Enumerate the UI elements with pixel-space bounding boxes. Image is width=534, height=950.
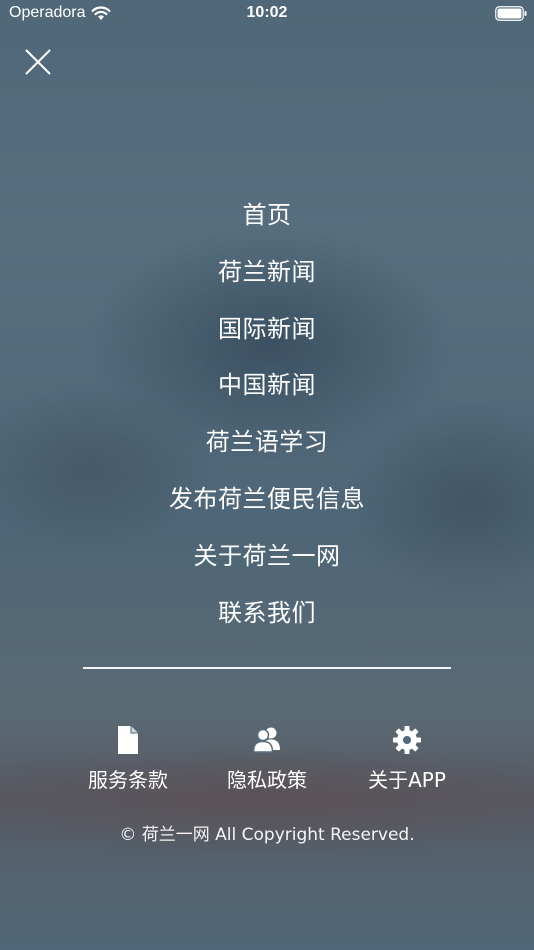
menu-item-international-news[interactable]: 国际新闻 <box>0 304 534 361</box>
about-app-link[interactable]: 关于APP <box>337 718 477 792</box>
menu-item-netherlands-news[interactable]: 荷兰新闻 <box>0 247 534 304</box>
status-time: 10:02 <box>246 4 288 21</box>
document-icon <box>118 726 138 754</box>
privacy-policy-link[interactable]: 隐私政策 <box>197 718 337 792</box>
close-icon <box>25 49 51 75</box>
main-menu: 首页 荷兰新闻 国际新闻 中国新闻 荷兰语学习 发布荷兰便民信息 关于荷兰一网 … <box>0 190 534 644</box>
about-app-label: 关于APP <box>368 768 446 792</box>
privacy-policy-label: 隐私政策 <box>227 768 307 792</box>
menu-item-home[interactable]: 首页 <box>0 190 534 247</box>
battery-icon <box>495 6 527 21</box>
gear-icon <box>393 726 421 754</box>
terms-of-service-link[interactable]: 服务条款 <box>58 718 198 792</box>
menu-item-about-site[interactable]: 关于荷兰一网 <box>0 531 534 588</box>
menu-item-post-info[interactable]: 发布荷兰便民信息 <box>0 474 534 531</box>
menu-item-china-news[interactable]: 中国新闻 <box>0 360 534 417</box>
footer-links: 服务条款 隐私政策 关于APP <box>0 718 534 808</box>
menu-divider <box>83 667 451 669</box>
close-button[interactable] <box>22 46 54 78</box>
terms-of-service-label: 服务条款 <box>88 768 168 792</box>
menu-item-contact-us[interactable]: 联系我们 <box>0 588 534 645</box>
status-bar: Operadora 10:02 <box>0 0 534 30</box>
copyright-text: © 荷兰一网 All Copyright Reserved. <box>119 825 415 845</box>
menu-item-dutch-learning[interactable]: 荷兰语学习 <box>0 417 534 474</box>
users-icon <box>252 727 280 753</box>
